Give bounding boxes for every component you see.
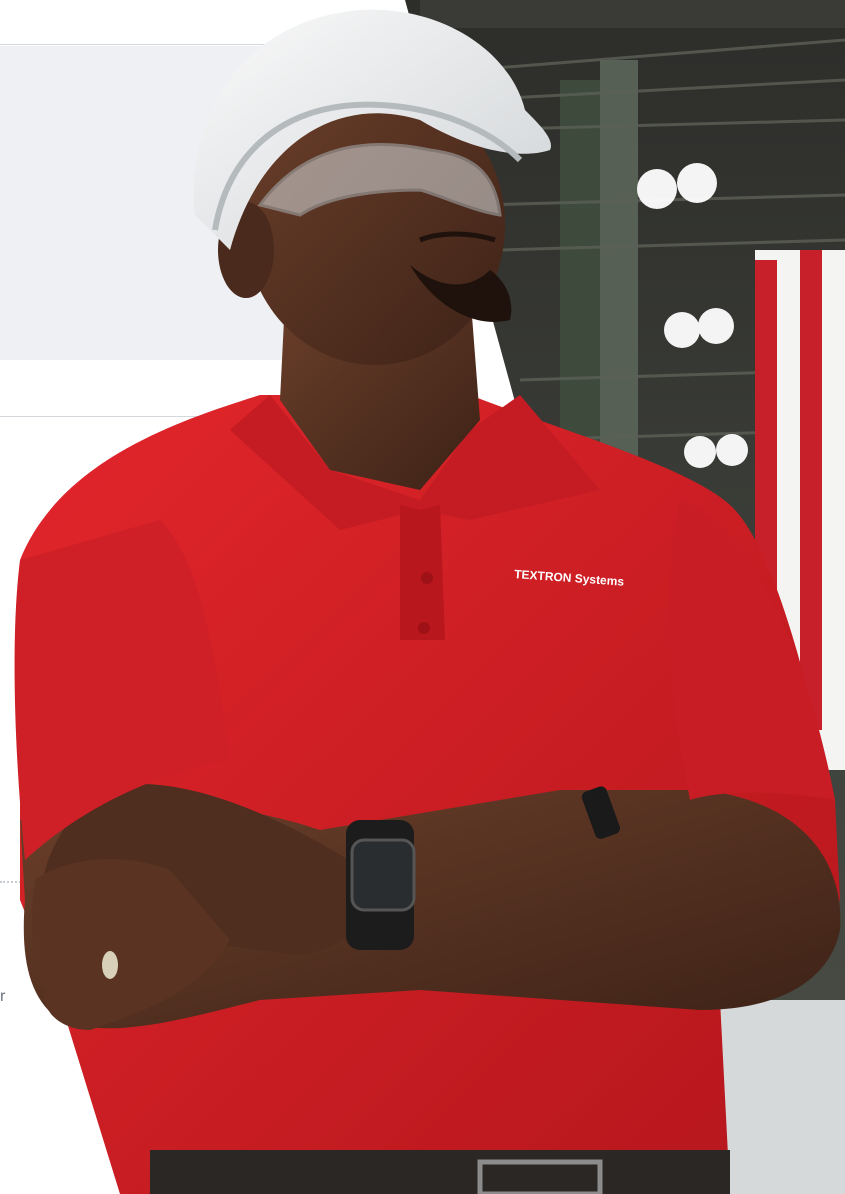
factory-worker-illustration: TEXTRON Systems xyxy=(14,0,845,1194)
hero-photo: TEXTRON Systems xyxy=(0,0,845,1194)
